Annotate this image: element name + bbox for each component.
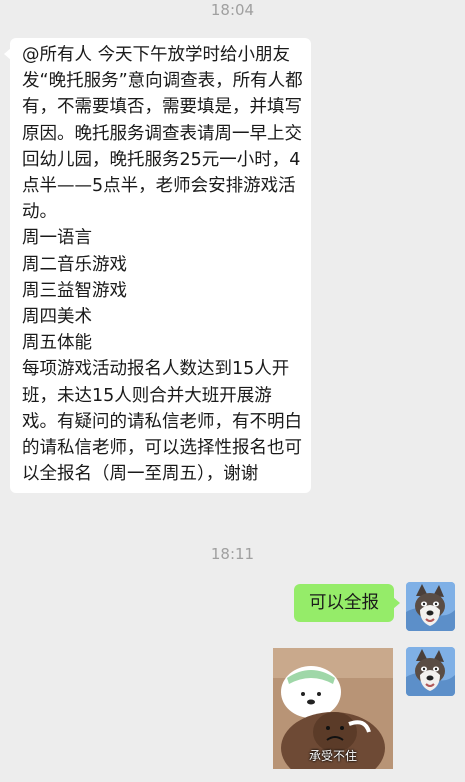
user-avatar[interactable] [406, 582, 455, 631]
sticker-message[interactable]: 承受不住 [273, 648, 393, 769]
husky-dog-icon [406, 647, 455, 696]
sticker-caption: 承受不住 [308, 749, 357, 763]
timestamp: 18:04 [210, 1, 255, 19]
incoming-message-bubble[interactable]: @所有人 今天下午放学时给小朋友发“晚托服务”意向调查表，所有人都有，不需要填否… [4, 38, 311, 494]
user-avatar[interactable] [406, 647, 455, 696]
outgoing-message-bubble[interactable]: 可以全报 [294, 584, 400, 622]
husky-dog-icon [406, 582, 455, 631]
timestamp: 18:11 [210, 545, 255, 563]
